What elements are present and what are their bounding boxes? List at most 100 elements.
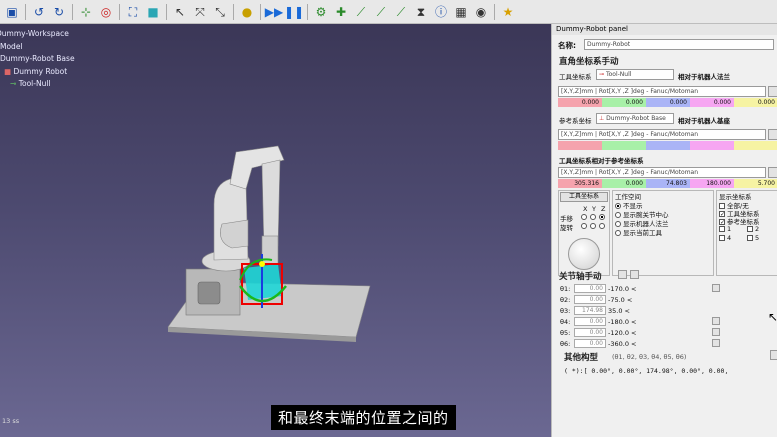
- jog-knob[interactable]: [568, 238, 600, 270]
- status-readout: 13 ss: [2, 417, 20, 425]
- name-field[interactable]: Dummy-Robot: [584, 39, 774, 50]
- toolbar: ▣ ↺ ↻ ⊹ ◎ ⛶ ■ ↖ ⤧ ⤡ ● ▶▶ ❚❚ ⚙ ✚ ⟋ ⟋ ⟋ ⧗ …: [0, 0, 777, 24]
- tool-format-button[interactable]: [768, 86, 777, 97]
- rotate-mode-label: 旋转: [560, 224, 573, 232]
- ref-frame-icon: ⊥: [599, 115, 605, 122]
- tool-y-value[interactable]: 0.000: [602, 98, 646, 107]
- joint-1-jog-button[interactable]: [712, 284, 720, 292]
- pose-x-value[interactable]: 305.316: [558, 179, 602, 188]
- workspace-option-tool[interactable]: 显示当前工具: [615, 227, 662, 237]
- redo-icon[interactable]: ↻: [50, 3, 68, 21]
- rotate-radio-y[interactable]: [590, 222, 598, 230]
- jog-radio-z[interactable]: [599, 213, 607, 221]
- pose-format-button[interactable]: [768, 167, 777, 178]
- ref-rx-value[interactable]: [690, 141, 734, 150]
- star-icon[interactable]: ★: [499, 3, 517, 21]
- select-icon[interactable]: ↖: [171, 3, 189, 21]
- color-icon[interactable]: ●: [238, 3, 256, 21]
- joint-6-limit: -360.0 <: [608, 340, 637, 348]
- tool-coord-button[interactable]: 工具坐标系: [560, 192, 608, 202]
- fit-view-icon[interactable]: ⛶: [124, 3, 142, 21]
- cube-icon[interactable]: ■: [144, 3, 162, 21]
- move-select-icon[interactable]: ⤧: [191, 3, 209, 21]
- joint-copy-button[interactable]: [618, 270, 627, 279]
- link-icon[interactable]: ⟋: [352, 3, 370, 21]
- toolbar-divider: [260, 3, 261, 20]
- pose-rx-value[interactable]: 180.000: [690, 179, 734, 188]
- pose-format-select[interactable]: [X,Y,Z]mm | Rot[X,Y ,Z ]deg - Fanuc/Moto…: [558, 167, 766, 178]
- pose-ry-value[interactable]: 5.700: [734, 179, 777, 188]
- joint-2-limit: -75.0 <: [608, 296, 633, 304]
- ref-ry-value[interactable]: [734, 141, 777, 150]
- info-icon[interactable]: ⓘ: [432, 3, 450, 21]
- joint-5-jog-button[interactable]: [712, 328, 720, 336]
- robot-scene[interactable]: [0, 24, 551, 437]
- pause-icon[interactable]: ❚❚: [284, 3, 304, 21]
- toolbar-divider: [25, 3, 26, 20]
- joint-6-input[interactable]: 0.00: [574, 339, 606, 348]
- rotate-radio-z[interactable]: [599, 222, 607, 230]
- save-icon[interactable]: ▣: [3, 3, 21, 21]
- pose-z-value[interactable]: 74.803: [646, 179, 690, 188]
- toolbar-divider: [307, 3, 308, 20]
- joint-4-input[interactable]: 0.00: [574, 317, 606, 326]
- tool-z-value[interactable]: 0.000: [646, 98, 690, 107]
- add-target-icon[interactable]: ✚: [332, 3, 350, 21]
- scale-select-icon[interactable]: ⤡: [211, 3, 229, 21]
- ref-z-value[interactable]: [646, 141, 690, 150]
- 3d-viewport[interactable]: Dummy-Workspace Model Dummy-Robot Base ■…: [0, 24, 551, 437]
- joint-3-input[interactable]: 174.98: [574, 306, 606, 315]
- config-button[interactable]: [770, 350, 777, 360]
- axis-y-label: Y: [592, 205, 596, 213]
- ref-x-value[interactable]: [558, 141, 602, 150]
- axis-x-label: X: [583, 205, 588, 213]
- jog-radio-y[interactable]: [590, 213, 598, 221]
- display-option-1[interactable]: 1: [719, 225, 731, 233]
- pose-y-value[interactable]: 0.000: [602, 179, 646, 188]
- panel-title: Dummy-Robot panel: [552, 24, 777, 35]
- jog-radio-x[interactable]: [581, 213, 589, 221]
- robot-base-window: [197, 281, 221, 305]
- settings-icon[interactable]: ◉: [472, 3, 490, 21]
- tool-rx-value[interactable]: 0.000: [690, 98, 734, 107]
- ref-frame-select[interactable]: ⊥ Dummy-Robot Base: [596, 113, 674, 124]
- target-icon[interactable]: ◎: [97, 3, 115, 21]
- joint-2-label: θ2:: [560, 296, 571, 304]
- config-row[interactable]: ( *):[ 0.00°, 0.00°, 174.98°, 0.00°, 0.0…: [564, 367, 728, 375]
- add-frame-icon[interactable]: ⊹: [77, 3, 95, 21]
- timer-icon[interactable]: ⧗: [412, 3, 430, 21]
- toolbar-divider: [72, 3, 73, 20]
- joint-3-limit: 35.0 <: [608, 307, 630, 315]
- joint-2-input[interactable]: 0.00: [574, 295, 606, 304]
- joint-4-jog-button[interactable]: [712, 317, 720, 325]
- display-option-5[interactable]: 5: [747, 234, 759, 242]
- joint-1-label: θ1:: [560, 285, 571, 293]
- video-subtitle: 和最终末端的位置之间的: [271, 405, 456, 430]
- link3-icon[interactable]: ⟋: [392, 3, 410, 21]
- rotate-radio-x[interactable]: [581, 222, 589, 230]
- add-robot-icon[interactable]: ⚙: [312, 3, 330, 21]
- joint-paste-button[interactable]: [630, 270, 639, 279]
- tool-x-value[interactable]: 0.000: [558, 98, 602, 107]
- tool-format-select[interactable]: [X,Y,Z]mm | Rot[X,Y ,Z ]deg - Fanuc/Moto…: [558, 86, 766, 97]
- toolbar-divider: [233, 3, 234, 20]
- tool-frame-select[interactable]: ⊸ Tool-Null: [596, 69, 674, 80]
- play-icon[interactable]: ▶▶: [265, 3, 283, 21]
- link2-icon[interactable]: ⟋: [372, 3, 390, 21]
- joint-6-jog-button[interactable]: [712, 339, 720, 347]
- tool-frame-relation: 相对于机器人法兰: [678, 73, 730, 81]
- ref-y-value[interactable]: [602, 141, 646, 150]
- undo-icon[interactable]: ↺: [30, 3, 48, 21]
- tool-ry-value[interactable]: 0.000: [734, 98, 777, 107]
- display-option-2[interactable]: 2: [747, 225, 759, 233]
- axis-z-label: Z: [601, 205, 606, 213]
- joint-1-input[interactable]: 0.00: [574, 284, 606, 293]
- display-option-4[interactable]: 4: [719, 234, 731, 242]
- ref-format-button[interactable]: [768, 129, 777, 140]
- display-group: 显示坐标系 全部/无 ✓ 工具坐标系 ✓ 参考坐标系 1 2 4 5: [716, 190, 777, 276]
- ref-format-select[interactable]: [X,Y,Z]mm | Rot[X,Y ,Z ]deg - Fanuc/Moto…: [558, 129, 766, 140]
- name-label: 名称:: [558, 41, 576, 50]
- joint-5-input[interactable]: 0.00: [574, 328, 606, 337]
- image-icon[interactable]: ▦: [452, 3, 470, 21]
- joint-4-label: θ4:: [560, 318, 571, 326]
